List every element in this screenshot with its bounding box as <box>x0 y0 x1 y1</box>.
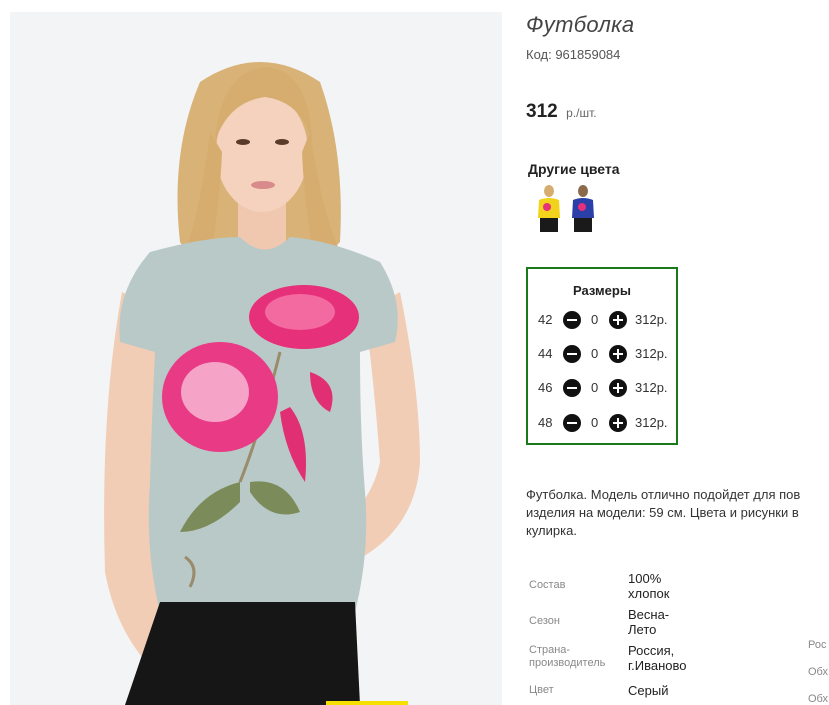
spec-value-line: г.Иваново <box>628 658 687 673</box>
spec-label-line: Цвет <box>529 684 554 696</box>
decrease-quantity-button[interactable] <box>563 311 581 329</box>
add-to-cart-bar-edge[interactable] <box>326 701 408 705</box>
quantity-value: 0 <box>591 380 599 395</box>
spec-value-season: Весна- Лето <box>628 607 669 637</box>
spec-label-line: Сезон <box>529 615 560 627</box>
increase-quantity-button[interactable] <box>609 311 627 329</box>
spec-value-line: 100% <box>628 571 662 586</box>
description-line: кулирка. <box>526 523 577 538</box>
quantity-value: 0 <box>591 312 599 327</box>
spec-label-composition: Состав <box>529 579 565 592</box>
product-photo-illustration <box>10 12 502 705</box>
spec-value-color: Серый <box>628 683 668 698</box>
size-label: 42 <box>538 312 553 327</box>
spec-label-country: Страна- производитель <box>529 644 605 670</box>
yellow-tshirt-thumbnail <box>534 184 564 232</box>
product-description: Футболка. Модель отлично подойдет для по… <box>526 486 829 540</box>
size-label: 46 <box>538 380 553 395</box>
size-row-44: 44 0 312р. <box>538 344 678 364</box>
decrease-quantity-button[interactable] <box>563 414 581 432</box>
spec-value-country: Россия, г.Иваново <box>628 643 687 673</box>
cut-label: Рос <box>808 639 827 651</box>
decrease-quantity-button[interactable] <box>563 345 581 363</box>
product-title: Футболка <box>526 12 635 37</box>
spec-value-composition: 100% хлопок <box>628 571 669 601</box>
description-line: изделия на модели: 59 см. Цвета и рисунк… <box>526 505 799 520</box>
size-label: 44 <box>538 346 553 361</box>
price-value: 312 <box>526 101 558 122</box>
other-colors-title: Другие цвета <box>528 161 620 177</box>
color-swatch-blue[interactable] <box>568 184 598 232</box>
spec-value-line: Весна- <box>628 607 670 622</box>
size-price: 312р. <box>635 380 668 395</box>
quantity-value: 0 <box>591 346 599 361</box>
cut-label: Обх <box>808 693 828 705</box>
increase-quantity-button[interactable] <box>609 379 627 397</box>
increase-quantity-button[interactable] <box>609 414 627 432</box>
spec-label-line: Страна- <box>529 644 571 656</box>
size-label: 48 <box>538 415 553 430</box>
product-info: Футболка Код: 961859084 312 р./шт. Други… <box>526 0 829 705</box>
description-line: Футболка. Модель отлично подойдет для по… <box>526 487 801 502</box>
size-price: 312р. <box>635 415 668 430</box>
decrease-quantity-button[interactable] <box>563 379 581 397</box>
spec-label-line: Состав <box>529 579 566 591</box>
spec-value-line: хлопок <box>628 586 670 601</box>
size-row-48: 48 0 312р. <box>538 413 678 433</box>
product-photo[interactable] <box>10 12 502 705</box>
spec-label-color: Цвет <box>529 684 554 697</box>
size-row-46: 46 0 312р. <box>538 378 678 398</box>
spec-value-line: Лето <box>628 622 657 637</box>
blue-tshirt-thumbnail <box>568 184 598 232</box>
size-row-42: 42 0 312р. <box>538 310 678 330</box>
spec-value-line: Россия, <box>628 643 675 658</box>
quantity-value: 0 <box>591 415 599 430</box>
product-price: 312 р./шт. <box>526 101 597 123</box>
spec-value-line: Серый <box>628 683 669 698</box>
price-unit: р./шт. <box>566 106 597 120</box>
spec-label-season: Сезон <box>529 615 560 628</box>
cut-label: Обх <box>808 666 828 678</box>
spec-label-line: производитель <box>529 657 606 669</box>
size-price: 312р. <box>635 346 668 361</box>
size-price: 312р. <box>635 312 668 327</box>
color-swatch-yellow[interactable] <box>534 184 564 232</box>
sizes-panel: Размеры 42 0 312р. 44 0 312р. 46 0 312р.… <box>526 267 678 445</box>
sizes-title: Размеры <box>573 283 631 298</box>
increase-quantity-button[interactable] <box>609 345 627 363</box>
product-code: Код: 961859084 <box>526 47 621 62</box>
